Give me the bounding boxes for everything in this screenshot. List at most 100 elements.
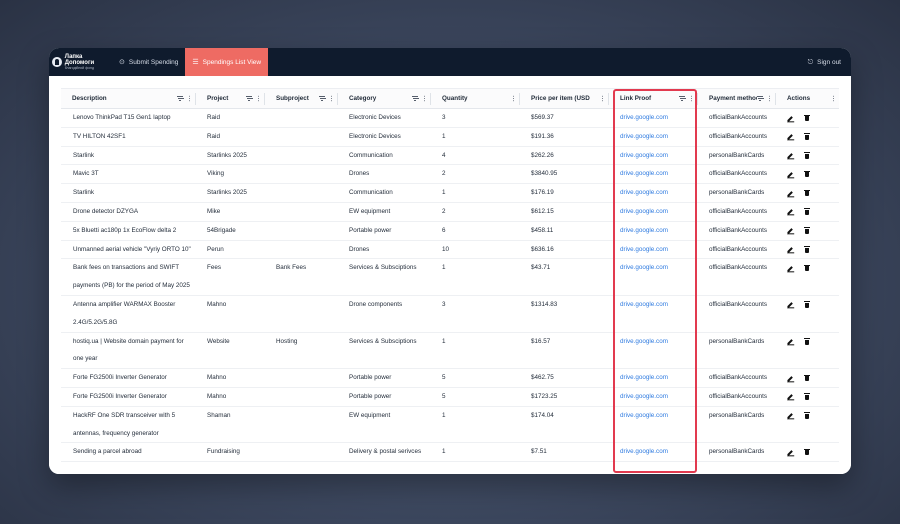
column-header-actions[interactable]: Actions <box>775 88 839 109</box>
cell-project: Starlinks 2025 <box>195 183 264 203</box>
cell-text: Bank fees on transactions and SWIFT paym… <box>73 264 190 290</box>
cell-text: Forte FG2500i Inverter Generator <box>73 374 167 382</box>
edit-button[interactable] <box>785 412 794 421</box>
cell-quantity: 4 <box>430 146 519 166</box>
column-header-price[interactable]: Price per item (USD <box>519 88 608 109</box>
cell-actions <box>775 406 839 444</box>
column-menu-icon[interactable] <box>768 97 770 100</box>
edit-button[interactable] <box>785 152 794 161</box>
cell-link[interactable]: drive.google.com <box>608 183 697 203</box>
edit-button[interactable] <box>785 114 794 123</box>
edit-button[interactable] <box>785 264 794 273</box>
edit-button[interactable] <box>785 301 794 310</box>
column-header-description[interactable]: Description <box>61 88 195 109</box>
column-header-category[interactable]: Category <box>337 88 430 109</box>
column-header-label: Quantity <box>442 95 468 102</box>
filter-icon[interactable] <box>176 96 183 101</box>
filter-icon[interactable] <box>678 96 685 101</box>
cell-link[interactable]: drive.google.com <box>608 387 697 407</box>
delete-button[interactable] <box>802 246 811 255</box>
cell-link[interactable]: drive.google.com <box>608 368 697 388</box>
delete-button[interactable] <box>802 301 811 310</box>
link-proof[interactable]: drive.google.com <box>608 443 697 461</box>
link-proof[interactable]: drive.google.com <box>608 369 697 387</box>
edit-button[interactable] <box>785 393 794 402</box>
delete-button[interactable] <box>802 393 811 402</box>
delete-button[interactable] <box>802 448 811 457</box>
delete-button[interactable] <box>802 264 811 273</box>
link-proof[interactable]: drive.google.com <box>608 109 697 127</box>
column-menu-icon[interactable] <box>423 97 425 100</box>
link-proof[interactable]: drive.google.com <box>608 388 697 406</box>
brand-logo[interactable]: Лапка Допомоги благодійний фонд <box>49 48 112 76</box>
delete-button[interactable] <box>802 374 811 383</box>
delete-button[interactable] <box>802 227 811 236</box>
sign-out-button[interactable]: ⎋ Sign out <box>808 48 851 76</box>
filter-icon[interactable] <box>318 96 325 101</box>
column-menu-icon[interactable] <box>512 97 514 100</box>
delete-button[interactable] <box>802 208 811 217</box>
edit-button[interactable] <box>785 338 794 347</box>
cell-actions <box>775 442 839 463</box>
cell-link[interactable]: drive.google.com <box>608 164 697 185</box>
column-header-project[interactable]: Project <box>195 88 264 109</box>
cell-text: personalBankCards <box>709 411 765 419</box>
delete-button[interactable] <box>802 133 811 142</box>
column-header-payment[interactable]: Payment method <box>697 88 775 109</box>
cell-text: $191.36 <box>531 132 554 140</box>
delete-button[interactable] <box>802 189 811 198</box>
column-menu-icon[interactable] <box>188 97 190 100</box>
column-menu-icon[interactable] <box>330 97 332 100</box>
cell-link[interactable]: drive.google.com <box>608 146 697 166</box>
cell-text: 1 <box>442 189 446 197</box>
column-menu-icon[interactable] <box>690 97 692 100</box>
edit-button[interactable] <box>785 227 794 236</box>
cell-link[interactable]: drive.google.com <box>608 221 697 241</box>
cell-link[interactable]: drive.google.com <box>608 127 697 147</box>
edit-button[interactable] <box>785 170 794 179</box>
link-proof[interactable]: drive.google.com <box>608 241 697 259</box>
delete-button[interactable] <box>802 114 811 123</box>
filter-icon[interactable] <box>245 96 252 101</box>
cell-link[interactable]: drive.google.com <box>608 406 697 444</box>
column-header-quantity[interactable]: Quantity <box>430 88 519 109</box>
cell-link[interactable]: drive.google.com <box>608 240 697 260</box>
cell-link[interactable]: drive.google.com <box>608 258 697 296</box>
link-proof[interactable]: drive.google.com <box>608 203 697 221</box>
edit-button[interactable] <box>785 374 794 383</box>
delete-button[interactable] <box>802 338 811 347</box>
cell-link[interactable]: drive.google.com <box>608 295 697 333</box>
cell-text: Hosting <box>276 337 298 345</box>
column-menu-icon[interactable] <box>832 97 834 100</box>
link-proof[interactable]: drive.google.com <box>608 184 697 202</box>
delete-button[interactable] <box>802 170 811 179</box>
link-proof[interactable]: drive.google.com <box>608 407 697 425</box>
cell-link[interactable]: drive.google.com <box>608 332 697 370</box>
edit-button[interactable] <box>785 189 794 198</box>
link-proof[interactable]: drive.google.com <box>608 333 697 351</box>
link-proof[interactable]: drive.google.com <box>608 296 697 314</box>
filter-icon[interactable] <box>411 96 418 101</box>
edit-button[interactable] <box>785 448 794 457</box>
nav-submit-spending[interactable]: ⊙ Submit Spending <box>112 48 185 76</box>
link-proof[interactable]: drive.google.com <box>608 222 697 240</box>
link-proof[interactable]: drive.google.com <box>608 147 697 165</box>
column-header-subproject[interactable]: Subproject <box>264 88 337 109</box>
edit-button[interactable] <box>785 133 794 142</box>
column-header-link[interactable]: Link Proof <box>608 88 697 109</box>
cell-text: Communication <box>349 151 393 159</box>
edit-button[interactable] <box>785 208 794 217</box>
edit-button[interactable] <box>785 246 794 255</box>
cell-link[interactable]: drive.google.com <box>608 202 697 222</box>
delete-button[interactable] <box>802 412 811 421</box>
column-menu-icon[interactable] <box>257 97 259 100</box>
nav-spendings-list-view[interactable]: ☰ Spendings List View <box>185 48 269 76</box>
column-menu-icon[interactable] <box>601 97 603 100</box>
link-proof[interactable]: drive.google.com <box>608 128 697 146</box>
cell-link[interactable]: drive.google.com <box>608 442 697 463</box>
link-proof[interactable]: drive.google.com <box>608 165 697 183</box>
delete-button[interactable] <box>802 152 811 161</box>
filter-icon[interactable] <box>756 96 763 101</box>
cell-link[interactable]: drive.google.com <box>608 108 697 128</box>
link-proof[interactable]: drive.google.com <box>608 259 697 277</box>
